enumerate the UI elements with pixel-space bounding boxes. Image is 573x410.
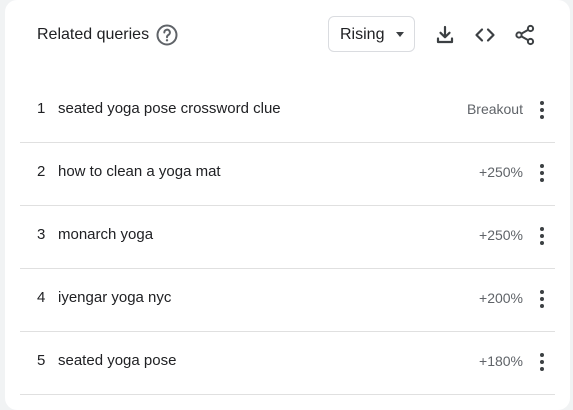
table-row[interactable]: 1 seated yoga pose crossword clue Breako… — [20, 79, 555, 143]
more-vert-icon[interactable] — [534, 224, 550, 248]
caret-down-icon — [396, 32, 404, 37]
row-rank: 1 — [37, 100, 46, 117]
row-query-link[interactable]: seated yoga pose — [58, 352, 176, 369]
row-query-link[interactable]: iyengar yoga nyc — [58, 289, 171, 306]
row-value: +200% — [479, 290, 523, 306]
table-row[interactable]: 4 iyengar yoga nyc +200% — [20, 268, 555, 332]
more-vert-icon[interactable] — [534, 98, 550, 122]
row-query-link[interactable]: seated yoga pose crossword clue — [58, 100, 281, 117]
share-icon[interactable] — [513, 23, 537, 47]
more-vert-icon[interactable] — [534, 287, 550, 311]
card-title: Related queries — [37, 26, 150, 43]
card-header: Related queries Rising — [5, 0, 570, 70]
row-rank: 5 — [37, 352, 46, 369]
row-value: +250% — [479, 227, 523, 243]
download-icon[interactable] — [433, 23, 457, 47]
table-row[interactable]: 2 how to clean a yoga mat +250% — [20, 142, 555, 206]
row-value: +180% — [479, 353, 523, 369]
table-row[interactable]: 5 seated yoga pose +180% — [20, 331, 555, 395]
dropdown-value: Rising — [340, 26, 385, 43]
help-circle-icon[interactable] — [155, 23, 179, 47]
row-value: +250% — [479, 164, 523, 180]
more-vert-icon[interactable] — [534, 161, 550, 185]
row-query-link[interactable]: monarch yoga — [58, 226, 153, 243]
related-queries-card: Related queries Rising 1 seated yoga pos… — [5, 0, 570, 410]
row-value: Breakout — [466, 101, 523, 117]
row-rank: 4 — [37, 289, 46, 306]
row-rank: 2 — [37, 163, 46, 180]
row-query-link[interactable]: how to clean a yoga mat — [58, 163, 221, 180]
sort-dropdown[interactable]: Rising — [328, 16, 415, 52]
embed-code-icon[interactable] — [473, 23, 497, 47]
row-rank: 3 — [37, 226, 46, 243]
table-row[interactable]: 3 monarch yoga +250% — [20, 205, 555, 269]
more-vert-icon[interactable] — [534, 350, 550, 374]
